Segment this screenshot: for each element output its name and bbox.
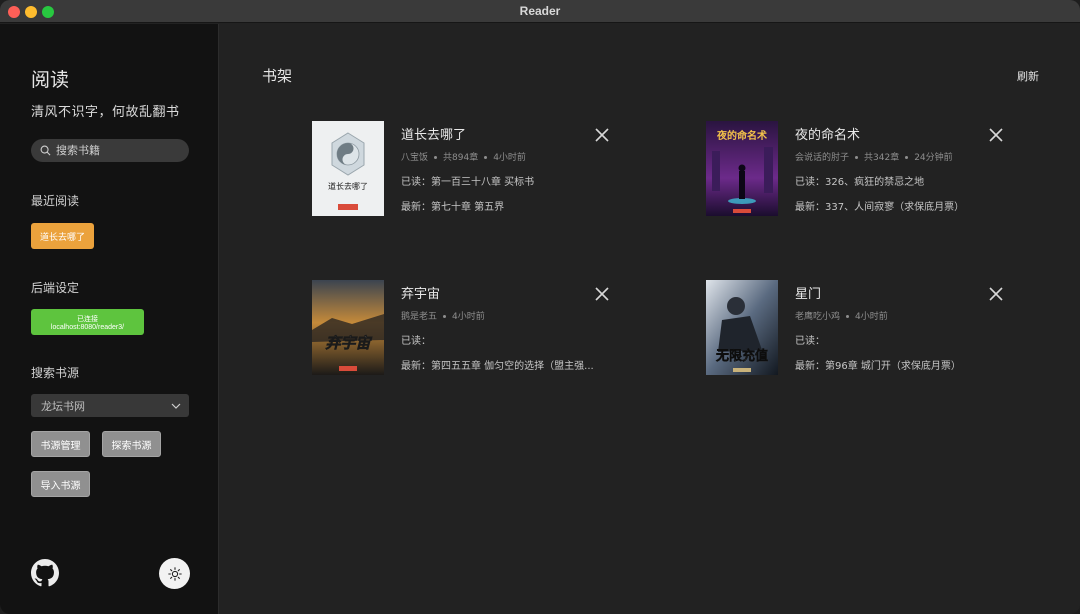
close-icon[interactable] bbox=[594, 127, 610, 143]
book-title[interactable]: 道长去哪了 bbox=[401, 124, 466, 143]
book-author: 会说话的肘子 bbox=[795, 153, 850, 163]
book-meta: 八宝饭 共894章 4小时前 bbox=[401, 150, 526, 163]
book-author: 八宝饭 bbox=[401, 153, 429, 163]
book-last-read: 已读：第一百三十八章 买标书 bbox=[401, 177, 535, 188]
tagline: 清风不识字，何故乱翻书 bbox=[31, 105, 180, 120]
close-icon[interactable] bbox=[988, 286, 1004, 302]
book-updated: 4小时前 bbox=[855, 312, 888, 322]
app-name: 阅读 bbox=[31, 69, 70, 91]
search-box[interactable] bbox=[31, 139, 189, 162]
book-author: 老鹰吃小鸡 bbox=[795, 312, 841, 322]
book-latest-chapter: 最新：第七十章 第五界 bbox=[401, 202, 505, 213]
bookshelf-panel: 书架 刷新 道长去哪了 道长去哪了 八宝饭 共894章 4小时前 已读：第一百三十八… bbox=[220, 24, 1080, 614]
book-meta: 会说话的肘子 共342章 24分钟前 bbox=[795, 150, 953, 163]
book-cover[interactable]: 弃宇宙 bbox=[312, 280, 384, 375]
book-latest-chapter: 最新：337、人间寂寥（求保底月票） bbox=[795, 202, 965, 213]
backend-settings-title: 后端设定 bbox=[31, 281, 80, 295]
book-meta: 老鹰吃小鸡 4小时前 bbox=[795, 309, 888, 322]
book-source-selected: 龙坛书网 bbox=[41, 399, 85, 413]
book-last-read: 已读：326、疯狂的禁忌之地 bbox=[795, 177, 925, 188]
book-updated: 4小时前 bbox=[493, 153, 526, 163]
title-bar: Reader bbox=[0, 0, 1080, 23]
book-title[interactable]: 夜的命名术 bbox=[795, 124, 860, 143]
book-updated: 4小时前 bbox=[452, 312, 485, 322]
refresh-button[interactable]: 刷新 bbox=[1017, 68, 1039, 84]
book-cover[interactable]: 夜的命名术 bbox=[706, 121, 778, 216]
book-last-read: 已读： bbox=[795, 336, 825, 347]
book-card[interactable]: 无限充值 星门 老鹰吃小鸡 4小时前 已读： 最新：第96章 城门开（求保底月票） bbox=[706, 280, 1026, 380]
recent-book-button[interactable]: 道长去哪了 bbox=[31, 223, 95, 249]
book-source-select[interactable]: 龙坛书网 bbox=[31, 394, 189, 417]
book-author: 鹅是老五 bbox=[401, 312, 438, 322]
cover-title-text: 道长去哪了 bbox=[328, 181, 368, 191]
cover-title-text: 夜的命名术 bbox=[716, 129, 767, 142]
sun-icon bbox=[167, 566, 182, 581]
book-title[interactable]: 星门 bbox=[795, 283, 821, 302]
book-chapter-count: 共342章 bbox=[864, 153, 900, 163]
book-latest-chapter: 最新：第四五五章 伽匀空的选择（盟主强... bbox=[401, 361, 594, 372]
book-title[interactable]: 弃宇宙 bbox=[401, 283, 440, 302]
sidebar: 阅读 清风不识字，何故乱翻书 最近阅读 道长去哪了 后端设定 已连接 local… bbox=[0, 24, 219, 614]
book-last-read: 已读： bbox=[401, 336, 431, 347]
search-source-title: 搜索书源 bbox=[31, 366, 80, 380]
book-cover[interactable]: 道长去哪了 bbox=[312, 121, 384, 216]
book-cover[interactable]: 无限充值 bbox=[706, 280, 778, 375]
book-card[interactable]: 道长去哪了 道长去哪了 八宝饭 共894章 4小时前 已读：第一百三十八章 买标书 … bbox=[312, 121, 632, 221]
chevron-down-icon bbox=[171, 403, 181, 409]
source-explore-button[interactable]: 探索书源 bbox=[102, 431, 161, 457]
book-updated: 24分钟前 bbox=[914, 153, 953, 163]
book-card[interactable]: 夜的命名术 夜的命名术 会说话的肘子 共342章 24分钟前 已读：326、疯狂的禁… bbox=[706, 121, 1026, 221]
github-icon[interactable] bbox=[31, 559, 59, 587]
cover-title-text: 无限充值 bbox=[715, 348, 768, 364]
theme-toggle-button[interactable] bbox=[159, 558, 190, 589]
reader-window: Reader 阅读 清风不识字，何故乱翻书 最近阅读 道长去哪了 后端设定 已连… bbox=[0, 0, 1080, 614]
cover-title-text: 弃宇宙 bbox=[324, 334, 372, 352]
backend-status-button[interactable]: 已连接 localhost:8080/reader3/ bbox=[31, 309, 144, 335]
bookshelf-title: 书架 bbox=[262, 67, 293, 85]
recent-reading-title: 最近阅读 bbox=[31, 194, 80, 208]
close-icon[interactable] bbox=[594, 286, 610, 302]
source-import-button[interactable]: 导入书源 bbox=[31, 471, 90, 497]
book-meta: 鹅是老五 4小时前 bbox=[401, 309, 485, 322]
close-icon[interactable] bbox=[988, 127, 1004, 143]
search-input[interactable] bbox=[56, 144, 176, 157]
source-manage-button[interactable]: 书源管理 bbox=[31, 431, 90, 457]
book-card[interactable]: 弃宇宙 弃宇宙 鹅是老五 4小时前 已读： 最新：第四五五章 伽匀空的选择（盟主强… bbox=[312, 280, 632, 380]
window-title: Reader bbox=[519, 4, 561, 18]
book-chapter-count: 共894章 bbox=[443, 153, 479, 163]
search-icon bbox=[40, 145, 51, 156]
book-latest-chapter: 最新：第96章 城门开（求保底月票） bbox=[795, 361, 961, 372]
